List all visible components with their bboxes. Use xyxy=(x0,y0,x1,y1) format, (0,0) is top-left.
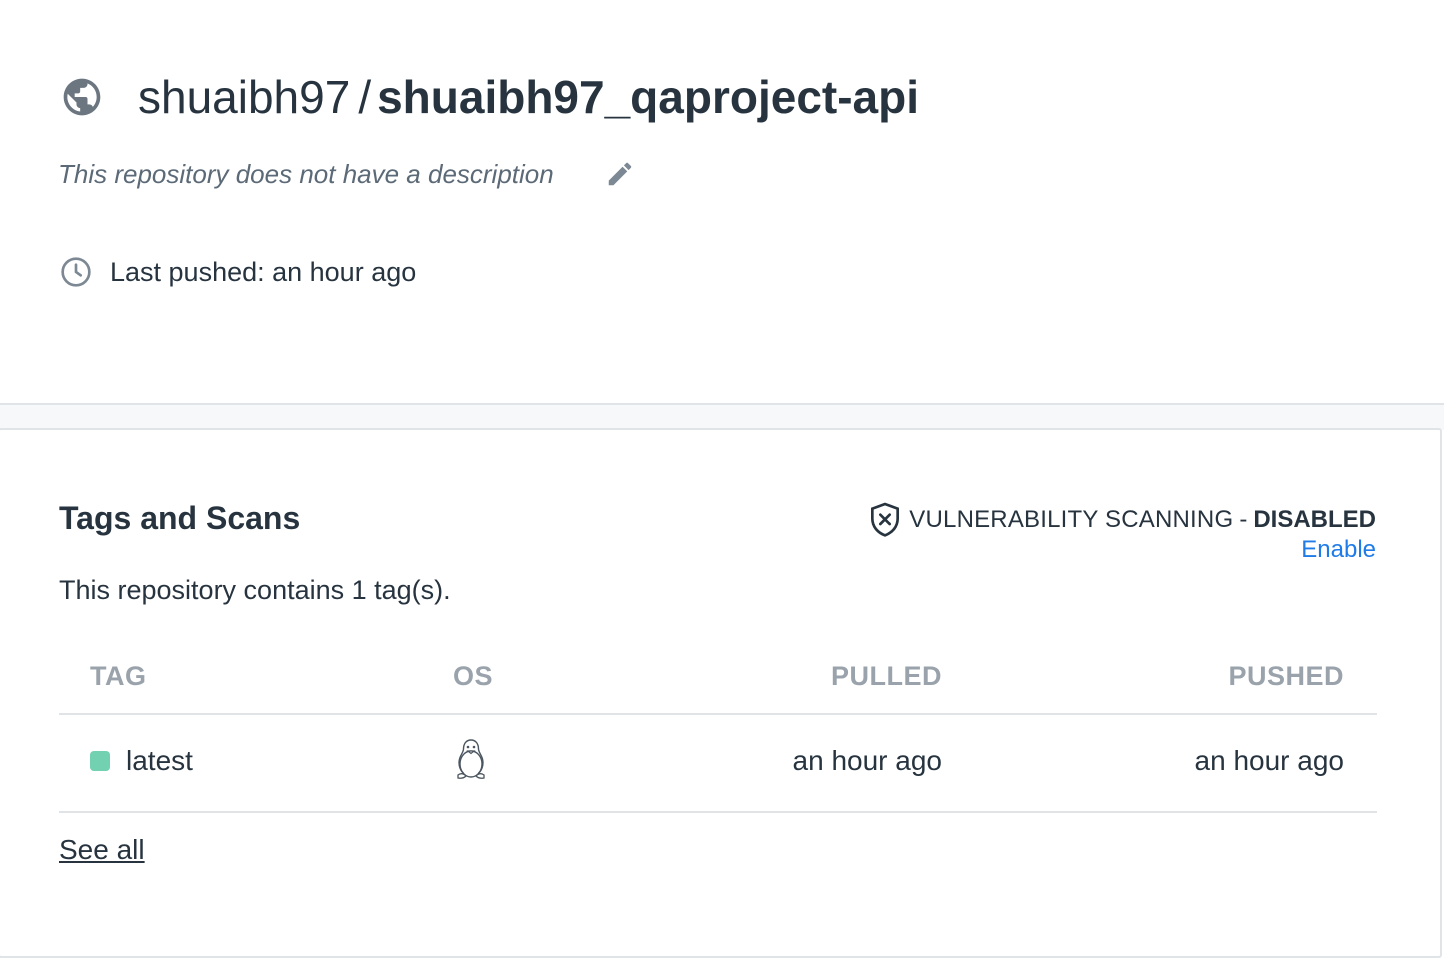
tag-name-link[interactable]: latest xyxy=(126,745,193,777)
page-title: shuaibh97/shuaibh97_qaproject-api xyxy=(138,70,919,124)
repository-title-row: shuaibh97/shuaibh97_qaproject-api xyxy=(60,70,919,124)
card-title: Tags and Scans xyxy=(59,500,301,536)
globe-icon xyxy=(60,75,104,119)
table-row: latest an hour ago an hour ago xyxy=(59,715,1377,813)
repository-page: shuaibh97/shuaibh97_qaproject-api This r… xyxy=(0,0,1444,960)
last-pushed-text: Last pushed: an hour ago xyxy=(110,256,417,287)
section-divider xyxy=(0,403,1444,430)
tag-status-dot xyxy=(90,751,110,771)
pushed-cell: an hour ago xyxy=(1194,745,1344,776)
table-header: TAG OS PULLED PUSHED xyxy=(59,655,1377,715)
see-all-link[interactable]: See all xyxy=(59,834,145,866)
shield-x-icon xyxy=(869,502,901,538)
enable-scanning-link[interactable]: Enable xyxy=(1301,536,1376,564)
last-pushed-row: Last pushed: an hour ago xyxy=(60,252,416,292)
vulnerability-scanning-state: DISABLED xyxy=(1253,506,1376,533)
vulnerability-scanning-status: VULNERABILITY SCANNING - DISABLED xyxy=(869,502,1376,538)
clock-icon xyxy=(60,256,92,288)
column-header-tag: TAG xyxy=(90,661,147,691)
title-separator: / xyxy=(358,71,372,123)
description-row: This repository does not have a descript… xyxy=(58,152,636,196)
column-header-os: OS xyxy=(453,661,494,691)
edit-description-button[interactable] xyxy=(604,158,636,190)
pencil-icon xyxy=(608,162,631,186)
column-header-pulled: PULLED xyxy=(831,661,942,691)
column-header-pushed: PUSHED xyxy=(1228,661,1344,691)
vulnerability-scanning-label: VULNERABILITY SCANNING xyxy=(909,506,1234,533)
repository-description: This repository does not have a descript… xyxy=(58,158,554,189)
linux-penguin-icon xyxy=(453,737,489,781)
namespace-name: shuaibh97 xyxy=(138,71,351,123)
pulled-cell: an hour ago xyxy=(792,745,942,776)
tags-and-scans-card: Tags and Scans VULNERABILITY SCANNING - … xyxy=(0,428,1442,958)
tag-cell: latest xyxy=(90,745,193,777)
tag-count-text: This repository contains 1 tag(s). xyxy=(59,575,451,605)
vulnerability-dash: - xyxy=(1239,506,1248,533)
repository-name: shuaibh97_qaproject-api xyxy=(377,71,920,123)
repository-header: shuaibh97/shuaibh97_qaproject-api This r… xyxy=(0,0,1444,403)
os-cell xyxy=(453,737,489,788)
tags-table: TAG OS PULLED PUSHED latest an hour ago … xyxy=(59,655,1377,813)
